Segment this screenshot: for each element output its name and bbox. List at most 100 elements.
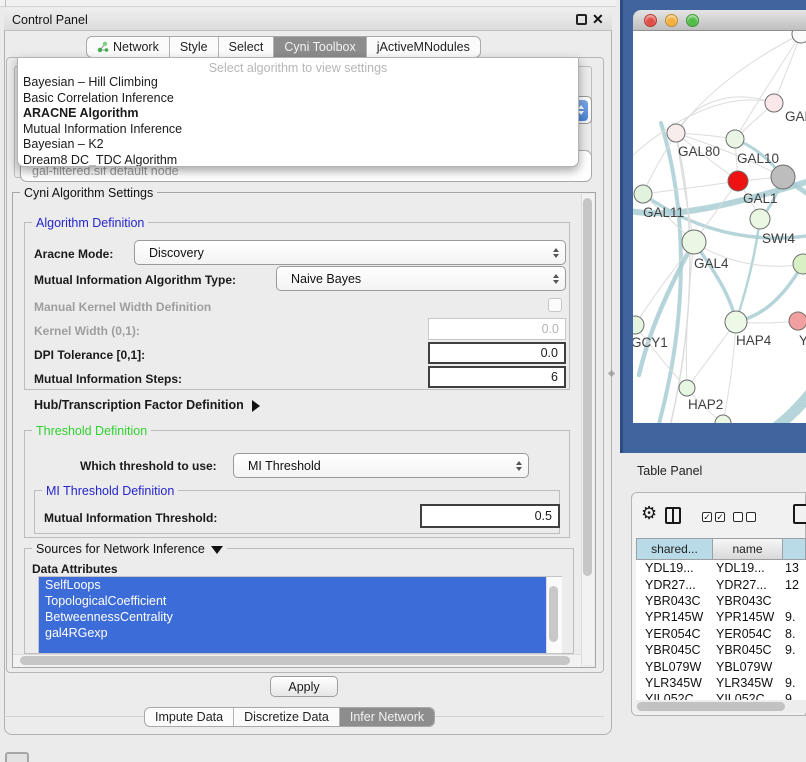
zoom-traffic-light[interactable]: [686, 14, 699, 27]
collapse-down-icon: [211, 546, 223, 554]
network-node-swi4[interactable]: [750, 209, 770, 229]
network-edge[interactable]: [774, 34, 801, 103]
hub-definition-toggle[interactable]: Hub/Transcription Factor Definition: [34, 398, 260, 412]
network-node-gal80[interactable]: [667, 124, 685, 142]
network-edge[interactable]: [676, 34, 801, 133]
settings-vscrollbar-thumb[interactable]: [583, 198, 592, 576]
table-cell: YBR043C: [636, 594, 712, 608]
list-item[interactable]: TopologicalCoefficient: [39, 593, 547, 609]
column-header-partial[interactable]: [782, 538, 806, 560]
network-node[interactable]: [792, 31, 806, 43]
table-cell: 9.: [782, 610, 806, 624]
minimize-traffic-light[interactable]: [665, 14, 678, 27]
select-all-icon[interactable]: ✓ ✓: [702, 512, 725, 522]
combo-spinner-icon: [510, 461, 528, 471]
mi-steps-field[interactable]: 6: [428, 366, 566, 388]
dropdown-item[interactable]: Bayesian – K2: [18, 137, 578, 153]
table-row[interactable]: YIL052CYIL052C9: [636, 691, 806, 700]
close-traffic-light[interactable]: [644, 14, 657, 27]
table-row[interactable]: YBR045CYBR045C9.: [636, 642, 806, 658]
which-threshold-combo[interactable]: MI Threshold: [233, 453, 529, 478]
aracne-mode-combo[interactable]: Discovery: [134, 240, 566, 265]
tab-jactivemnodules[interactable]: jActiveMNodules: [367, 37, 480, 57]
tab-network[interactable]: Network: [87, 37, 170, 57]
table-row[interactable]: YPR145WYPR145W9.: [636, 609, 806, 625]
table-row[interactable]: YDL19...YDL19...13: [636, 560, 806, 576]
column-header-name[interactable]: name: [712, 538, 782, 560]
manual-kernel-label: Manual Kernel Width Definition: [34, 300, 211, 314]
network-node-gcy1[interactable]: [633, 316, 644, 334]
table-row[interactable]: YDR27...YDR27...12: [636, 576, 806, 592]
tab-cyni-toolbox[interactable]: Cyni Toolbox: [274, 37, 366, 57]
settings-hscrollbar-thumb[interactable]: [20, 656, 570, 665]
control-panel-titlebar: [4, 8, 612, 31]
dpi-tolerance-label: DPI Tolerance [0,1]:: [34, 348, 145, 362]
network-node-y[interactable]: [789, 312, 806, 330]
list-item[interactable]: BetweennessCentrality: [39, 609, 547, 625]
dropdown-item[interactable]: Bayesian – Hill Climbing: [18, 75, 578, 91]
columns-icon[interactable]: [665, 507, 681, 524]
gear-icon[interactable]: ⚙: [641, 503, 657, 524]
tab-infer-network[interactable]: Infer Network: [340, 708, 434, 726]
network-edge[interactable]: [741, 367, 806, 423]
apply-button[interactable]: Apply: [270, 676, 338, 697]
network-node-hap2[interactable]: [679, 380, 695, 396]
table-cell: YDL19...: [712, 561, 782, 575]
collapsed-panel-icon[interactable]: [5, 752, 29, 762]
sources-toggle[interactable]: Sources for Network Inference: [32, 542, 227, 556]
mi-threshold-field[interactable]: 0.5: [420, 504, 560, 528]
list-item[interactable]: gal4RGexp: [39, 625, 547, 641]
node-label: HAP2: [688, 397, 723, 412]
tab-impute-data[interactable]: Impute Data: [145, 708, 234, 726]
node-label: GAL: [785, 109, 806, 124]
network-edge[interactable]: [635, 242, 694, 325]
tab-select[interactable]: Select: [219, 37, 275, 57]
mi-threshold-label: Mutual Information Threshold:: [44, 511, 217, 525]
dropdown-item[interactable]: Dream8 DC_TDC Algorithm: [18, 153, 578, 168]
network-edge[interactable]: [639, 242, 694, 375]
table-cell: 9.: [782, 643, 806, 657]
network-node[interactable]: [715, 415, 731, 423]
table-hscrollbar-thumb[interactable]: [637, 702, 785, 711]
column-header-shared-name[interactable]: shared...: [636, 538, 712, 560]
node-label: GAL1: [743, 191, 778, 206]
table-row[interactable]: YLR345WYLR345W9.: [636, 675, 806, 691]
kernel-width-field[interactable]: 0.0: [428, 318, 566, 340]
manual-kernel-checkbox[interactable]: [548, 298, 562, 312]
close-icon[interactable]: ✕: [592, 11, 604, 28]
float-window-button[interactable]: [576, 14, 587, 25]
table-row[interactable]: YBR043CYBR043C: [636, 593, 806, 609]
node-label: GCY1: [633, 335, 668, 350]
cyni-bottom-tabs: Impute Data Discretize Data Infer Networ…: [144, 707, 435, 727]
dropdown-item[interactable]: Basic Correlation Inference: [18, 91, 578, 107]
table-row[interactable]: YBL079WYBL079W: [636, 658, 806, 674]
network-node-hap4[interactable]: [725, 311, 747, 333]
dpi-tolerance-field[interactable]: 0.0: [428, 342, 566, 364]
list-item[interactable]: SelfLoops: [39, 577, 547, 593]
node-label: Y: [799, 333, 806, 348]
tab-style[interactable]: Style: [170, 37, 219, 57]
tab-discretize-data[interactable]: Discretize Data: [234, 708, 340, 726]
network-node-gal10[interactable]: [726, 130, 744, 148]
network-node-gal1[interactable]: [728, 171, 748, 191]
mi-type-combo[interactable]: Naive Bayes: [276, 266, 566, 291]
list-item-partial[interactable]: [39, 641, 547, 654]
new-table-icon[interactable]: [793, 504, 806, 524]
network-edge[interactable]: [643, 181, 738, 194]
table-row[interactable]: YER054CYER054C8.: [636, 626, 806, 642]
attributes-vscrollbar-thumb[interactable]: [549, 586, 558, 642]
dropdown-item-selected[interactable]: ARACNE Algorithm: [18, 106, 578, 122]
network-node-gal4[interactable]: [682, 230, 706, 254]
network-node-gal[interactable]: [765, 94, 783, 112]
network-node[interactable]: [793, 254, 806, 274]
network-node-gal11[interactable]: [634, 185, 652, 203]
network-edge[interactable]: [694, 242, 736, 322]
expand-right-icon: [252, 400, 260, 412]
deselect-all-icon[interactable]: [733, 512, 756, 522]
network-view-canvas[interactable]: GALGAL80GAL10GAL1GAL11SWI4GAL4GCY1HAP4YH…: [633, 31, 806, 423]
network-edge[interactable]: [687, 322, 736, 388]
table-cell: YDR27...: [712, 578, 782, 592]
app-screen: Control Panel ✕ Network Style Select Cyn…: [0, 0, 806, 762]
dropdown-item[interactable]: Mutual Information Inference: [18, 122, 578, 138]
network-node[interactable]: [771, 165, 795, 189]
